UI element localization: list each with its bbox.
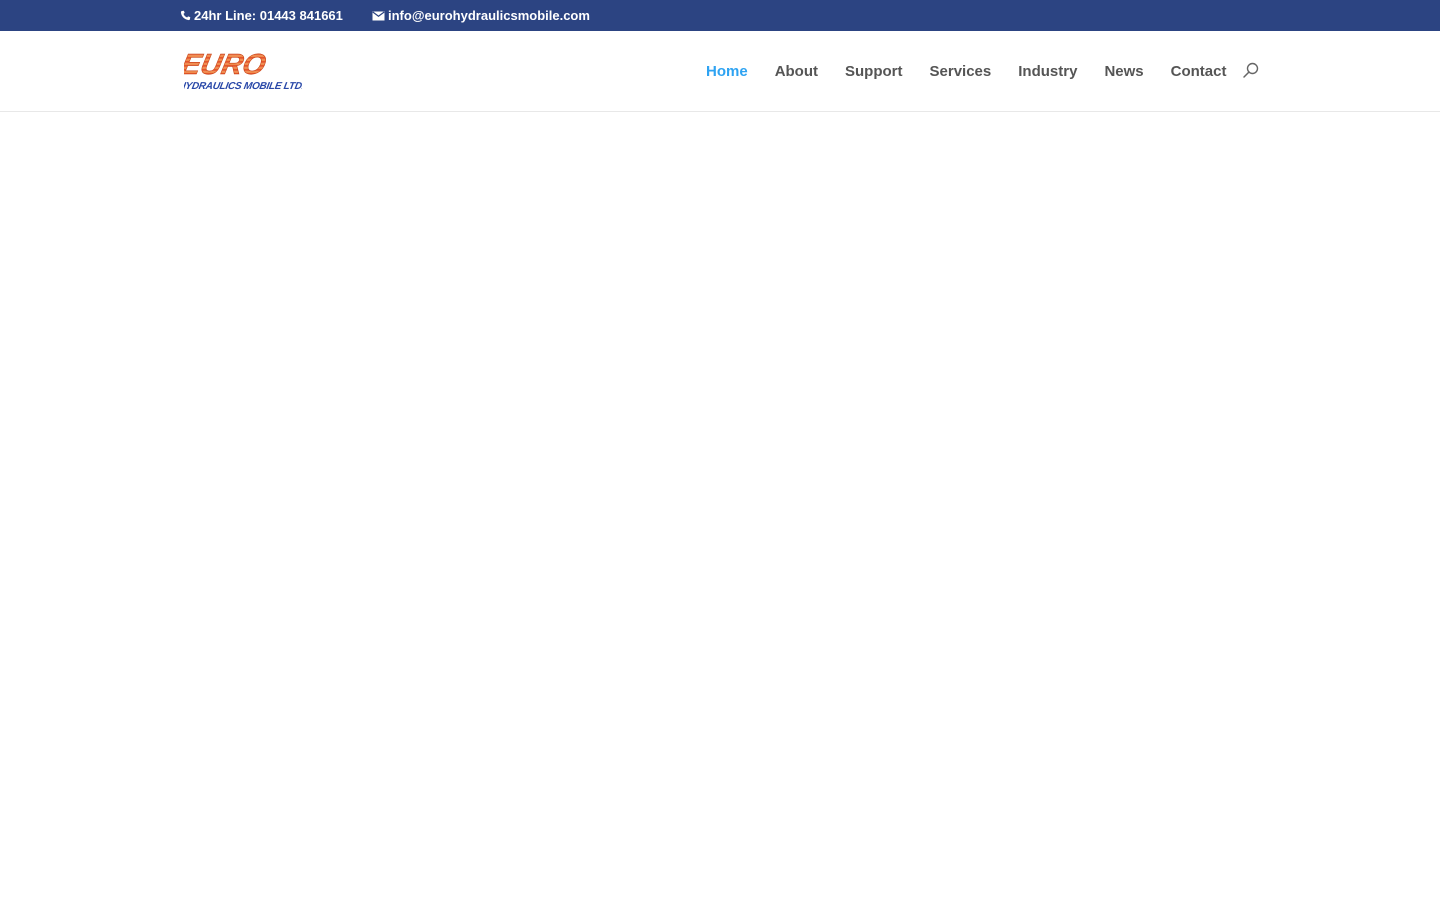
nav-services[interactable]: Services xyxy=(930,64,992,79)
nav-contact[interactable]: Contact xyxy=(1171,64,1227,79)
site-header: EURO HYDRAULICS MOBILE LTD. Home About S… xyxy=(0,31,1440,112)
email-contact[interactable]: info@eurohydraulicsmobile.com xyxy=(372,0,590,31)
page-content xyxy=(0,112,1440,900)
envelope-icon xyxy=(372,11,385,21)
main-navigation: Home About Support Services Industry New… xyxy=(706,31,1226,111)
phone-icon xyxy=(180,10,191,21)
nav-industry[interactable]: Industry xyxy=(1018,64,1077,79)
phone-contact[interactable]: 24hr Line: 01443 841661 xyxy=(180,0,343,31)
nav-support[interactable]: Support xyxy=(845,64,903,79)
nav-home[interactable]: Home xyxy=(706,64,748,79)
search-button[interactable] xyxy=(1241,61,1261,81)
logo-subtitle: HYDRAULICS MOBILE LTD. xyxy=(184,81,302,92)
email-text: info@eurohydraulicsmobile.com xyxy=(388,8,590,23)
nav-news[interactable]: News xyxy=(1104,64,1143,79)
logo-wordmark: EURO xyxy=(184,49,269,81)
phone-text: 24hr Line: 01443 841661 xyxy=(194,8,343,23)
nav-about[interactable]: About xyxy=(775,64,818,79)
search-icon xyxy=(1243,62,1259,78)
top-contact-bar: 24hr Line: 01443 841661 info@eurohydraul… xyxy=(0,0,1440,31)
company-logo[interactable]: EURO HYDRAULICS MOBILE LTD. xyxy=(184,49,302,93)
